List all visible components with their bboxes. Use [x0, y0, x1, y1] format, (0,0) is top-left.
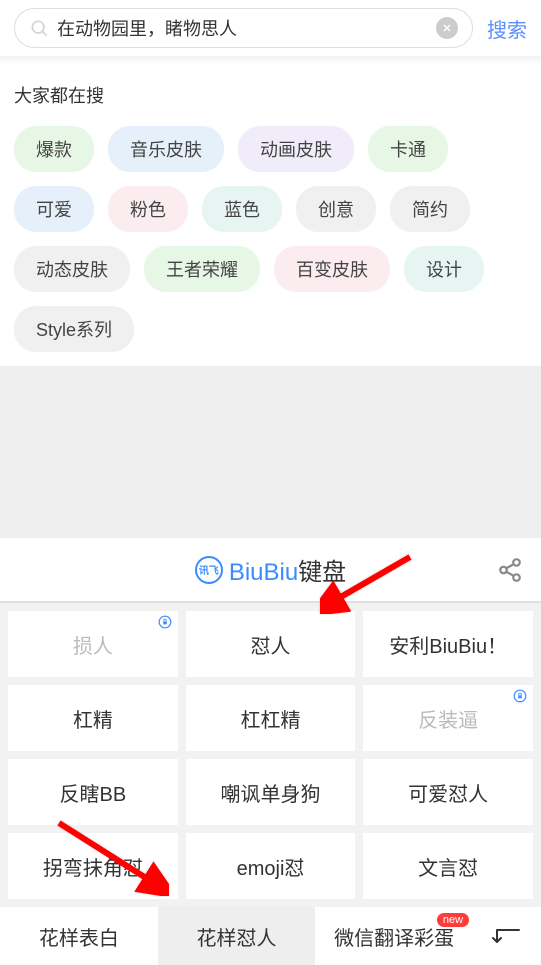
trending-tag[interactable]: 创意 — [296, 186, 376, 232]
bottom-tab[interactable]: 花样表白 — [0, 907, 158, 965]
bottom-tab[interactable]: 花样怼人 — [158, 907, 316, 965]
keyboard-cell[interactable]: 文言怼 — [363, 833, 533, 899]
trending-section: 大家都在搜 爆款音乐皮肤动画皮肤卡通可爱粉色蓝色创意简约动态皮肤王者荣耀百变皮肤… — [0, 64, 541, 366]
lock-icon — [513, 689, 527, 703]
search-icon — [29, 18, 49, 38]
trending-tag[interactable]: 音乐皮肤 — [108, 126, 224, 172]
annotation-arrow-top — [320, 552, 415, 619]
close-icon — [441, 22, 453, 34]
trending-tag[interactable]: Style系列 — [14, 306, 134, 352]
trending-tag[interactable]: 卡通 — [368, 126, 448, 172]
bottom-tabs: 花样表白花样怼人微信翻译彩蛋new — [0, 907, 541, 965]
back-icon — [491, 924, 523, 948]
trending-title: 大家都在搜 — [14, 82, 527, 108]
search-input[interactable] — [49, 18, 436, 39]
keyboard-cell[interactable]: 安利BiuBiu！ — [363, 611, 533, 677]
bottom-tab[interactable]: 微信翻译彩蛋new — [315, 907, 473, 965]
keyboard-cell[interactable]: 杠杠精 — [186, 685, 356, 751]
keyboard-cell[interactable]: 怼人 — [186, 611, 356, 677]
keyboard-title-blue: BiuBiu — [229, 559, 298, 586]
lock-icon — [158, 615, 172, 629]
trending-tag[interactable]: 粉色 — [108, 186, 188, 232]
keyboard-header: 讯飞 BiuBiu键盘 — [0, 538, 541, 603]
trending-tag[interactable]: 蓝色 — [202, 186, 282, 232]
trending-tags: 爆款音乐皮肤动画皮肤卡通可爱粉色蓝色创意简约动态皮肤王者荣耀百变皮肤设计 Styl… — [14, 126, 527, 352]
trending-tag[interactable]: 王者荣耀 — [144, 246, 260, 292]
keyboard-cell[interactable]: 嘲讽单身狗 — [186, 759, 356, 825]
share-icon[interactable] — [497, 557, 523, 583]
keyboard-cell[interactable]: 反装逼 — [363, 685, 533, 751]
clear-button[interactable] — [436, 17, 458, 39]
new-badge: new — [437, 913, 469, 927]
content-spacer — [0, 366, 541, 538]
keyboard-cell[interactable]: emoji怼 — [186, 833, 356, 899]
trending-tag[interactable]: 动画皮肤 — [238, 126, 354, 172]
search-bar: 搜索 — [0, 0, 541, 56]
trending-tag[interactable]: 爆款 — [14, 126, 94, 172]
annotation-arrow-bottom — [54, 818, 169, 901]
keyboard-cell[interactable]: 损人 — [8, 611, 178, 677]
keyboard-logo-icon: 讯飞 — [195, 556, 223, 584]
trending-tag[interactable]: 设计 — [404, 246, 484, 292]
back-button[interactable] — [473, 907, 541, 965]
trending-tag[interactable]: 百变皮肤 — [274, 246, 390, 292]
search-button[interactable]: 搜索 — [487, 14, 527, 43]
trending-tag[interactable]: 简约 — [390, 186, 470, 232]
trending-tag[interactable]: 可爱 — [14, 186, 94, 232]
keyboard-cell[interactable]: 杠精 — [8, 685, 178, 751]
keyboard-cell[interactable]: 可爱怼人 — [363, 759, 533, 825]
search-box[interactable] — [14, 8, 473, 48]
trending-tag[interactable]: 动态皮肤 — [14, 246, 130, 292]
keyboard-cell[interactable]: 反瞎BB — [8, 759, 178, 825]
